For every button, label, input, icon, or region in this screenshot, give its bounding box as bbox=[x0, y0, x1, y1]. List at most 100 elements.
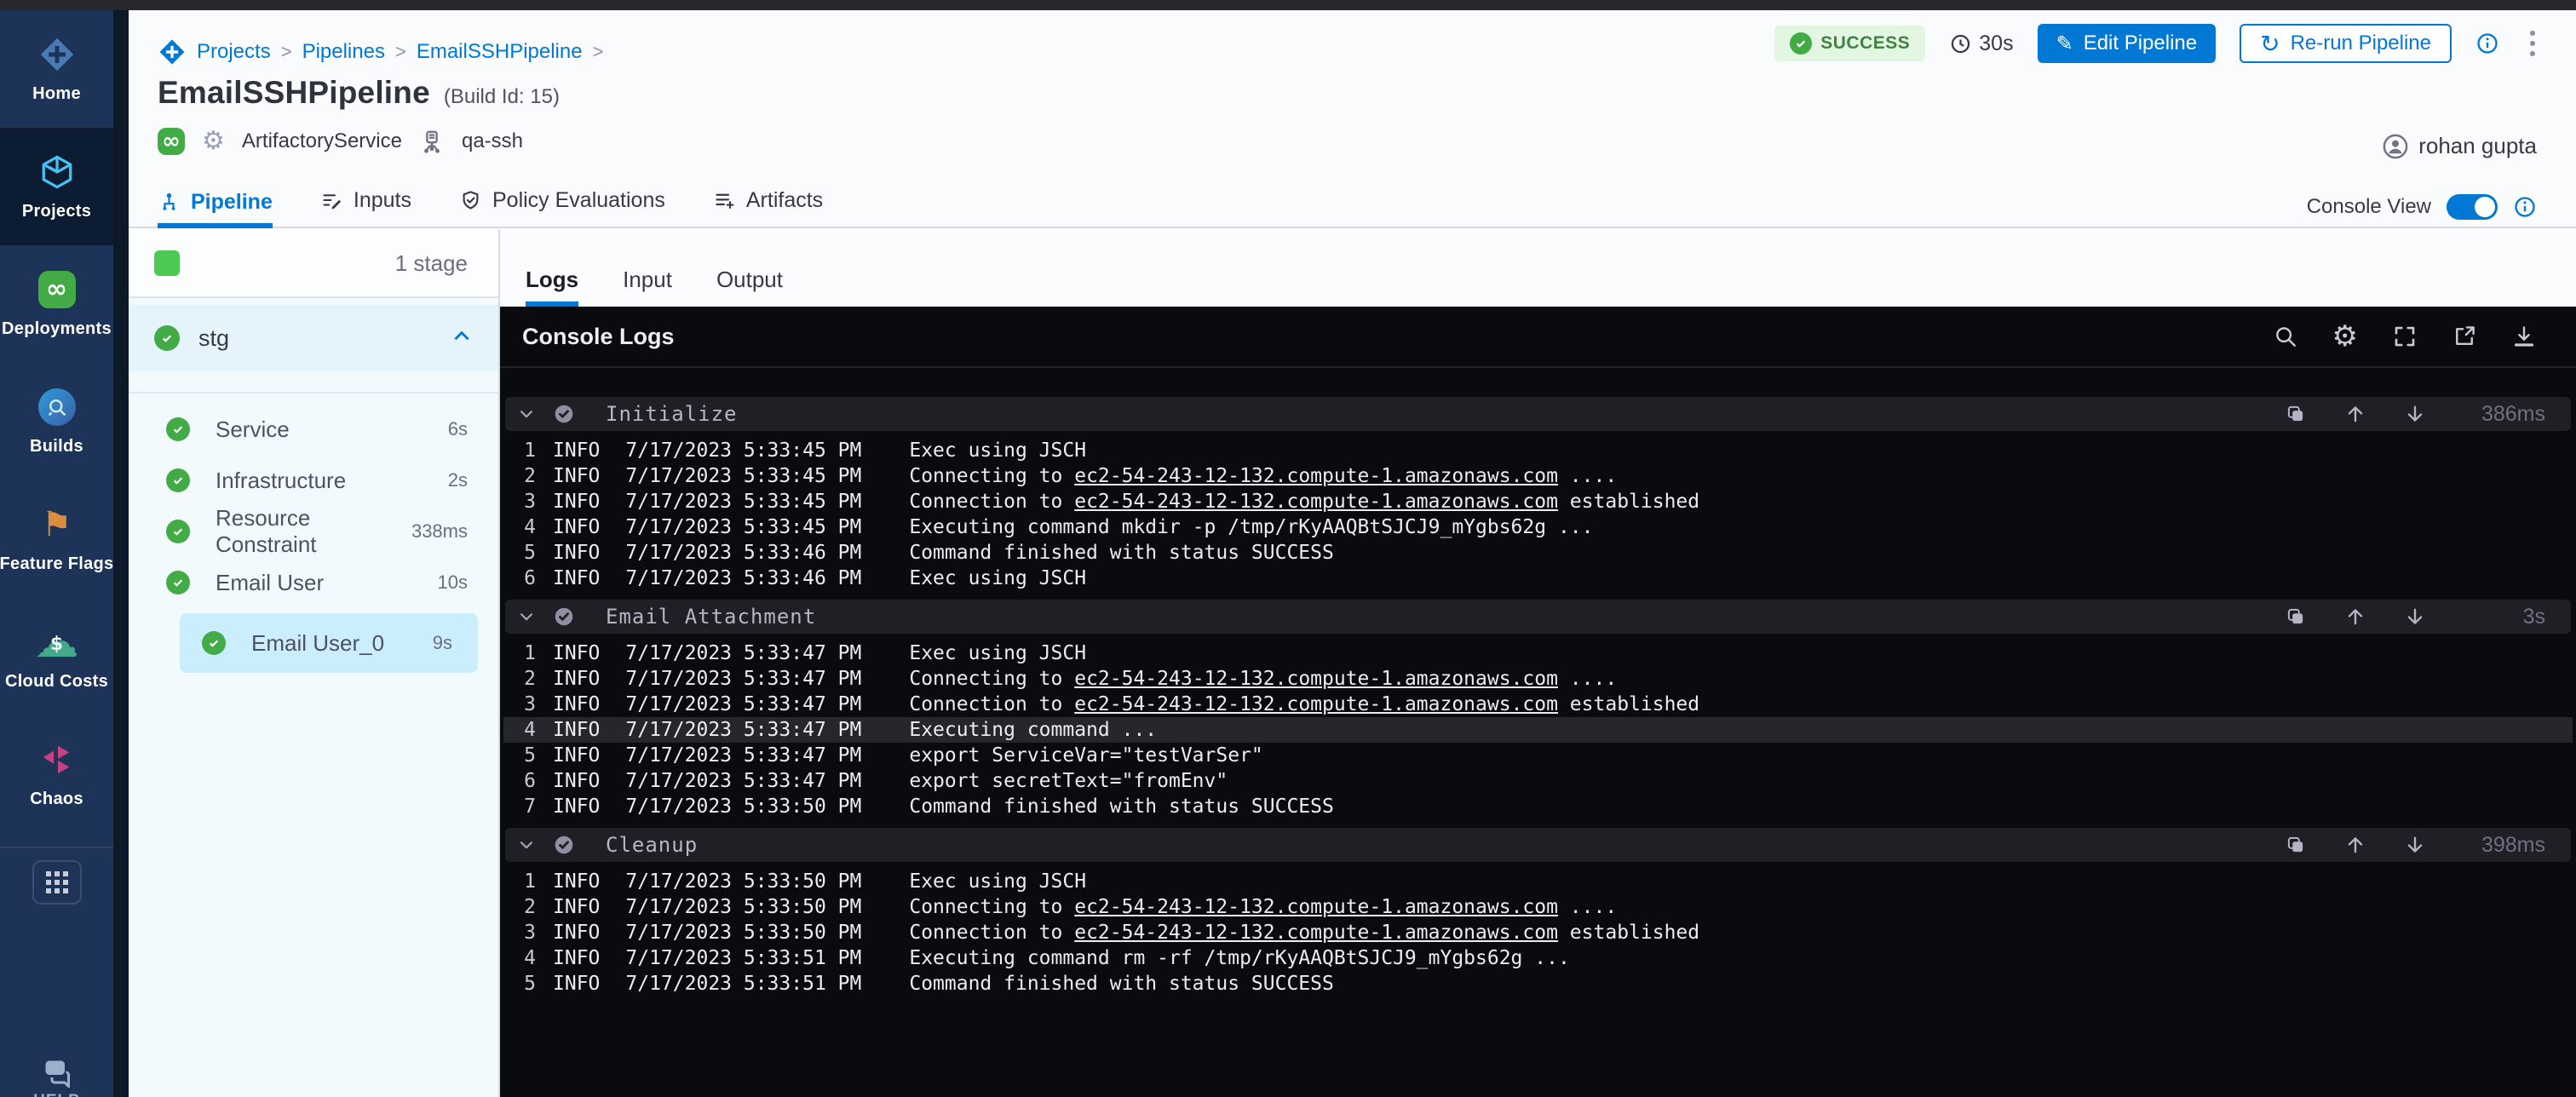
copy-icon[interactable] bbox=[2285, 403, 2307, 425]
copy-icon[interactable] bbox=[2285, 606, 2307, 628]
infrastructure-icon bbox=[419, 129, 445, 154]
sidebar-item-chaos[interactable]: Chaos bbox=[0, 715, 113, 833]
section-status-check-icon bbox=[553, 403, 575, 425]
line-level: INFO bbox=[553, 947, 600, 969]
help-button[interactable]: ? HELP bbox=[0, 1057, 113, 1097]
step-duration: 10s bbox=[438, 571, 468, 594]
step-resource-constraint[interactable]: Resource Constraint338ms bbox=[129, 506, 498, 557]
host-link[interactable]: ec2-54-243-12-132.compute-1.amazonaws.co… bbox=[1074, 896, 1558, 918]
tab-policy-evaluations[interactable]: Policy Evaluations bbox=[459, 188, 665, 227]
log-tab-output[interactable]: Output bbox=[716, 267, 783, 307]
console-view-info-icon[interactable] bbox=[2513, 195, 2537, 219]
log-line: 2INFO7/17/2023 5:33:47 PMConnecting to e… bbox=[503, 666, 2573, 692]
main-area: Projects>Pipelines>EmailSSHPipeline> SUC… bbox=[129, 10, 2576, 1097]
sidebar-item-projects[interactable]: Projects bbox=[0, 128, 113, 245]
sidebar-item-deployments[interactable]: ∞Deployments bbox=[0, 245, 113, 363]
line-timestamp: 7/17/2023 5:33:47 PM bbox=[625, 719, 861, 741]
fullscreen-icon[interactable] bbox=[2392, 324, 2418, 349]
chevron-down-icon[interactable] bbox=[517, 607, 536, 626]
log-section-email-attachment: Email Attachment3s1INFO7/17/2023 5:33:47… bbox=[503, 600, 2573, 828]
line-level: INFO bbox=[553, 922, 600, 944]
tab-artifacts[interactable]: Artifacts bbox=[713, 188, 823, 227]
sidebar-item-cloud-costs[interactable]: ☁$Cloud Costs bbox=[0, 598, 113, 715]
infra-tag[interactable]: qa-ssh bbox=[462, 129, 523, 153]
console-view-toggle[interactable] bbox=[2447, 194, 2498, 220]
log-section-header[interactable]: Initialize386ms bbox=[505, 397, 2571, 431]
service-tag[interactable]: ArtifactoryService bbox=[242, 129, 402, 153]
header-actions: SUCCESS 30s ✎ Edit Pipeline ↻ Re-run Pip… bbox=[1774, 24, 2542, 63]
settings-icon[interactable]: ⚙ bbox=[2332, 324, 2358, 349]
search-icon[interactable] bbox=[2273, 324, 2298, 349]
sidebar-item-home[interactable]: Home bbox=[0, 10, 113, 128]
download-icon[interactable] bbox=[2511, 324, 2537, 349]
log-line: 2INFO7/17/2023 5:33:50 PMConnecting to e… bbox=[503, 894, 2573, 920]
line-number: 1 bbox=[514, 439, 536, 462]
stage-row-stg[interactable]: stg bbox=[129, 305, 498, 371]
message-text: Connecting to bbox=[909, 896, 1074, 918]
line-message: Exec using JSCH bbox=[909, 567, 1086, 589]
host-link[interactable]: ec2-54-243-12-132.compute-1.amazonaws.co… bbox=[1074, 693, 1558, 715]
section-duration: 398ms bbox=[2464, 833, 2545, 858]
rerun-pipeline-button[interactable]: ↻ Re-run Pipeline bbox=[2240, 24, 2452, 63]
line-timestamp: 7/17/2023 5:33:50 PM bbox=[625, 896, 861, 918]
more-options-menu[interactable] bbox=[2523, 27, 2542, 60]
line-timestamp: 7/17/2023 5:33:45 PM bbox=[625, 491, 861, 513]
message-text: Exec using JSCH bbox=[909, 870, 1086, 893]
arrow-down-icon[interactable] bbox=[2404, 606, 2426, 628]
host-link[interactable]: ec2-54-243-12-132.compute-1.amazonaws.co… bbox=[1074, 922, 1558, 944]
gear-icon: ⚙ bbox=[202, 129, 225, 154]
arrow-down-icon[interactable] bbox=[2404, 834, 2426, 856]
arrow-up-icon[interactable] bbox=[2344, 834, 2366, 856]
policy-shield-icon bbox=[459, 189, 482, 212]
log-line: 3INFO7/17/2023 5:33:45 PMConnection to e… bbox=[503, 489, 2573, 514]
console-view-control: Console View bbox=[2307, 194, 2537, 220]
step-success-icon bbox=[166, 417, 190, 441]
breadcrumb-link-pipelines[interactable]: Pipelines bbox=[302, 40, 385, 64]
arrow-up-icon[interactable] bbox=[2344, 606, 2366, 628]
section-tools: 386ms bbox=[2285, 402, 2545, 427]
feature-flag-icon: ⚑ bbox=[37, 505, 77, 544]
log-line: 4INFO7/17/2023 5:33:51 PMExecuting comma… bbox=[503, 945, 2573, 971]
chevron-down-icon[interactable] bbox=[517, 405, 536, 423]
log-tab-logs[interactable]: Logs bbox=[526, 267, 578, 307]
step-infrastructure[interactable]: Infrastructure2s bbox=[129, 455, 498, 506]
step-duration: 2s bbox=[448, 469, 468, 491]
log-section-header[interactable]: Email Attachment3s bbox=[505, 600, 2571, 634]
edit-pipeline-button[interactable]: ✎ Edit Pipeline bbox=[2038, 24, 2217, 63]
stage-status-square bbox=[154, 250, 180, 276]
message-text: .... bbox=[1558, 465, 1617, 487]
step-email-user[interactable]: Email User10s bbox=[129, 557, 498, 608]
tab-inputs[interactable]: Inputs bbox=[320, 188, 411, 227]
host-link[interactable]: ec2-54-243-12-132.compute-1.amazonaws.co… bbox=[1074, 491, 1558, 513]
chevron-down-icon[interactable] bbox=[517, 836, 536, 854]
log-sections: Initialize386ms 1 INFO 7/17/2023 5:33:45 PM… bbox=[500, 368, 2576, 1005]
line-timestamp: 7/17/2023 5:33:45 PM bbox=[625, 516, 861, 538]
sidebar-item-feature-flags[interactable]: ⚑Feature Flags bbox=[0, 480, 113, 598]
breadcrumb-link-projects[interactable]: Projects bbox=[197, 40, 271, 64]
breadcrumb-separator: > bbox=[593, 41, 604, 63]
log-tab-input[interactable]: Input bbox=[623, 267, 672, 307]
copy-icon[interactable] bbox=[2285, 834, 2307, 856]
step-duration: 338ms bbox=[411, 520, 468, 543]
rerun-info-icon[interactable] bbox=[2475, 32, 2499, 55]
message-text: Executing command ... bbox=[909, 719, 1157, 741]
tab-pipeline[interactable]: Pipeline bbox=[158, 190, 273, 228]
line-message: Connecting to ec2-54-243-12-132.compute-… bbox=[909, 668, 1617, 690]
host-link[interactable]: ec2-54-243-12-132.compute-1.amazonaws.co… bbox=[1074, 668, 1558, 690]
open-new-icon[interactable] bbox=[2452, 324, 2477, 349]
chevron-up-icon[interactable] bbox=[451, 325, 473, 352]
arrow-up-icon[interactable] bbox=[2344, 403, 2366, 425]
step-email-user_0[interactable]: Email User_09s bbox=[180, 613, 478, 673]
sidebar-item-builds[interactable]: Builds bbox=[0, 363, 113, 480]
step-service[interactable]: Service6s bbox=[129, 404, 498, 455]
message-text: Connecting to bbox=[909, 668, 1074, 690]
line-message: export ServiceVar="testVarSer" bbox=[909, 744, 1262, 767]
module-grid-button[interactable] bbox=[32, 860, 82, 905]
host-link[interactable]: ec2-54-243-12-132.compute-1.amazonaws.co… bbox=[1074, 465, 1558, 487]
line-timestamp: 7/17/2023 5:33:47 PM bbox=[625, 642, 861, 664]
arrow-down-icon[interactable] bbox=[2404, 403, 2426, 425]
log-section-header[interactable]: Cleanup398ms bbox=[505, 828, 2571, 862]
log-line: 1INFO7/17/2023 5:33:50 PMExec using JSCH bbox=[503, 869, 2573, 894]
breadcrumb-link-emailsshpipeline[interactable]: EmailSSHPipeline bbox=[417, 40, 583, 64]
section-name: Email Attachment bbox=[606, 605, 816, 629]
